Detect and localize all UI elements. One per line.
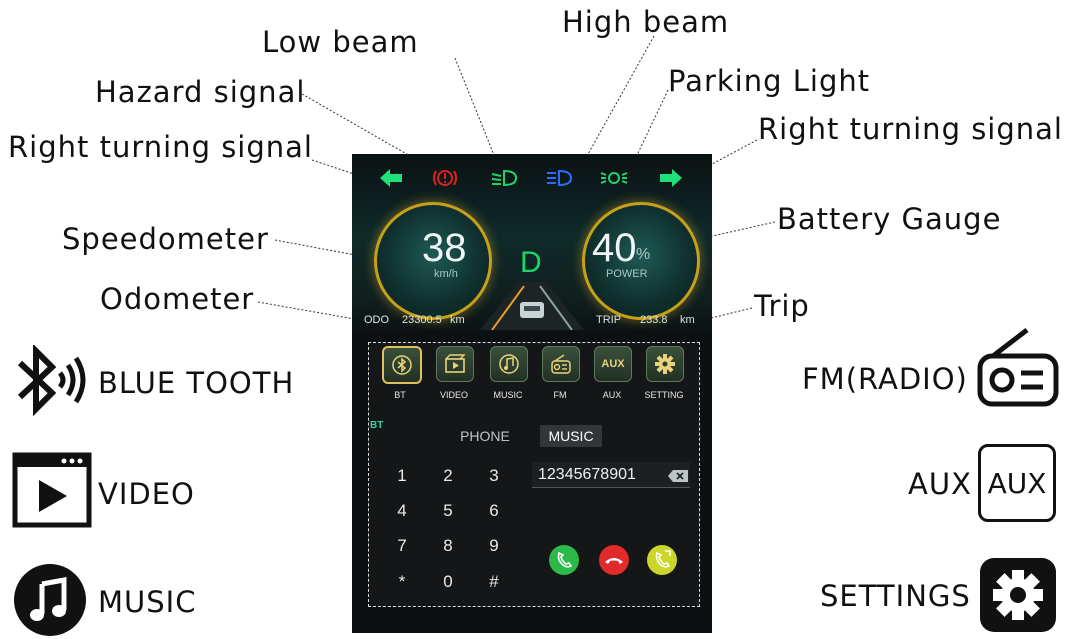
keypad-key-hash[interactable]: # — [472, 565, 516, 599]
callout-low-beam: Low beam — [262, 25, 419, 59]
video-icon — [445, 354, 466, 373]
legend-settings-label: SETTINGS — [820, 579, 971, 613]
menu-button-setting[interactable] — [646, 346, 684, 382]
instrument-cluster: 38 km/h 40 % POWER D ODO 23300.5 km TRIP… — [352, 154, 712, 332]
legend-music-label: MUSIC — [98, 585, 197, 619]
keypad-key-6[interactable]: 6 — [472, 494, 516, 528]
backspace-icon[interactable] — [668, 470, 688, 482]
bluetooth-icon — [17, 345, 86, 417]
radio-icon — [977, 328, 1059, 407]
hazard-icon — [433, 170, 457, 186]
menu-label-aux: AUX — [602, 390, 622, 400]
gear-indicator: D — [520, 246, 542, 279]
odo-unit: km — [450, 314, 465, 326]
tab-music[interactable]: MUSIC — [540, 425, 602, 447]
battery-power-label: POWER — [606, 268, 648, 280]
menu-button-bt[interactable] — [382, 346, 422, 384]
bluetooth-icon — [392, 355, 412, 375]
keypad-key-star[interactable]: * — [380, 565, 424, 599]
tab-phone[interactable]: PHONE — [452, 425, 518, 447]
odo-value: 23300.5 — [402, 314, 442, 326]
call-answer-button[interactable] — [548, 544, 580, 576]
call-hangup-button[interactable] — [598, 544, 630, 576]
aux-icon: AUX — [978, 444, 1056, 522]
callout-right-turning-signal-left: Right turning signal — [8, 130, 313, 164]
keypad-key-3[interactable]: 3 — [472, 459, 516, 493]
speed-value: 38 — [422, 226, 467, 270]
call-transfer-button[interactable] — [646, 544, 678, 576]
callout-trip: Trip — [754, 289, 810, 323]
trip-unit: km — [680, 314, 695, 326]
music-icon — [14, 564, 86, 636]
right-turn-signal-icon — [660, 169, 682, 187]
callout-odometer: Odometer — [100, 282, 255, 316]
callout-speedometer: Speedometer — [62, 222, 269, 256]
music-icon — [499, 354, 519, 374]
legend-bluetooth-label: BLUE TOOTH — [98, 366, 295, 400]
speed-unit: km/h — [434, 268, 458, 280]
left-turn-signal-icon — [380, 169, 402, 187]
trip-value: 233.8 — [640, 314, 668, 326]
menu-label-bt: BT — [394, 390, 406, 400]
odo-label: ODO — [364, 314, 390, 326]
legend-fm-label: FM(RADIO) — [802, 362, 968, 396]
callout-high-beam: High beam — [562, 5, 730, 39]
menu-label-fm: FM — [553, 390, 567, 400]
radio-icon — [551, 354, 571, 374]
dashboard-device: 38 km/h 40 % POWER D ODO 23300.5 km TRIP… — [352, 154, 712, 633]
callout-hazard-signal: Hazard signal — [95, 75, 306, 109]
keypad-key-4[interactable]: 4 — [380, 494, 424, 528]
gear-icon — [980, 558, 1056, 632]
parking-light-icon — [600, 172, 628, 184]
menu-label-video: VIDEO — [439, 390, 468, 400]
keypad-key-1[interactable]: 1 — [380, 459, 424, 493]
high-beam-icon — [547, 169, 573, 187]
menu-button-music[interactable] — [490, 346, 528, 382]
menu-button-video[interactable] — [436, 346, 474, 382]
keypad-key-7[interactable]: 7 — [380, 529, 424, 563]
keypad-key-2[interactable]: 2 — [426, 459, 470, 493]
video-icon — [12, 452, 92, 528]
low-beam-icon — [491, 169, 518, 187]
trip-label: TRIP — [596, 314, 622, 326]
section-tag-bt: BT — [370, 420, 384, 431]
menu-label-music: MUSIC — [493, 390, 523, 400]
dial-number-field[interactable]: 12345678901 — [532, 462, 690, 488]
keypad-key-5[interactable]: 5 — [426, 494, 470, 528]
legend-aux-label: AUX — [908, 467, 972, 501]
callout-right-turning-signal-right: Right turning signal — [758, 112, 1063, 146]
road-graphic — [480, 282, 584, 330]
keypad-key-0[interactable]: 0 — [426, 565, 470, 599]
callout-parking-light: Parking Light — [668, 64, 871, 98]
battery-unit: % — [636, 246, 651, 263]
keypad-key-9[interactable]: 9 — [472, 529, 516, 563]
legend-video-label: VIDEO — [98, 477, 195, 511]
menu-button-aux[interactable]: AUX — [594, 346, 632, 382]
keypad-key-8[interactable]: 8 — [426, 529, 470, 563]
callout-battery-gauge: Battery Gauge — [777, 202, 1002, 236]
menu-label-setting: SETTING — [644, 390, 684, 400]
menu-button-fm[interactable] — [542, 346, 580, 382]
gear-icon — [655, 354, 675, 374]
battery-value: 40 — [592, 226, 637, 270]
